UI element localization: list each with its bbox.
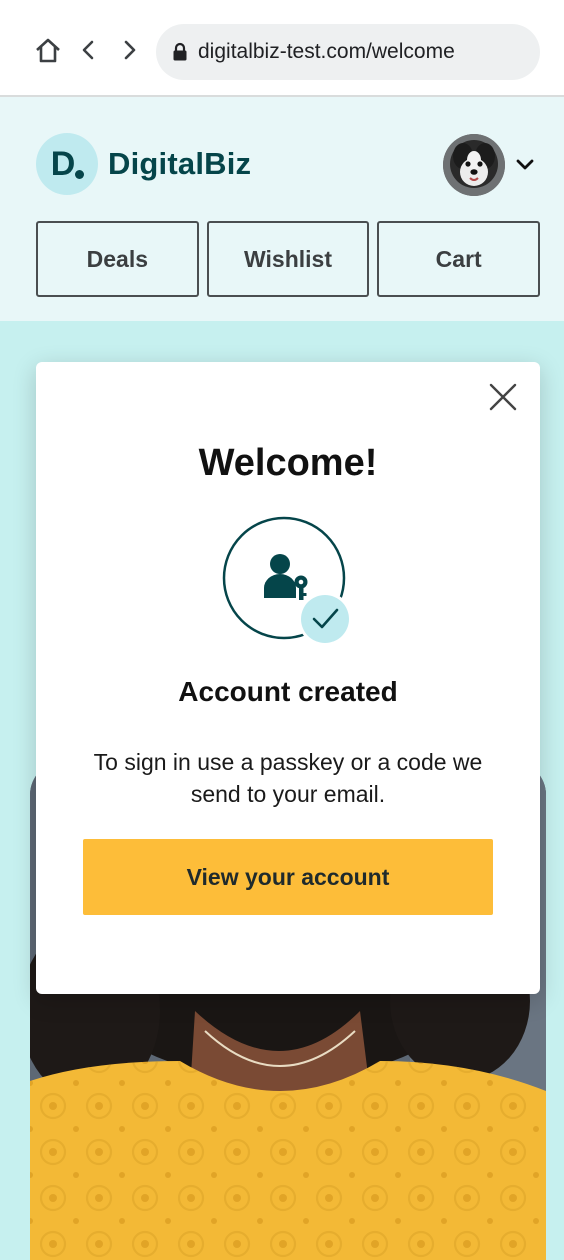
- brand-logo[interactable]: D DigitalBiz: [36, 133, 251, 195]
- chevron-left-icon[interactable]: [68, 30, 108, 70]
- status-message: To sign in use a passkey or a code we se…: [93, 749, 483, 807]
- logo-letter: D: [50, 144, 76, 183]
- home-icon[interactable]: [28, 30, 68, 70]
- site-header: D DigitalBiz Deals Wishlist Cart: [0, 97, 564, 321]
- user-passkey-icon: [222, 516, 354, 648]
- dialog-title: Welcome!: [198, 442, 378, 484]
- close-icon[interactable]: [486, 380, 520, 414]
- address-bar[interactable]: digitalbiz-test.com/welcome: [156, 24, 540, 80]
- nav-deals-button[interactable]: Deals: [36, 221, 199, 297]
- browser-toolbar: digitalbiz-test.com/welcome: [0, 0, 564, 97]
- account-menu[interactable]: [443, 134, 535, 196]
- status-heading: Account created: [178, 676, 398, 707]
- brand-name: DigitalBiz: [108, 146, 252, 181]
- view-account-button[interactable]: View your account: [83, 839, 493, 915]
- main-nav: Deals Wishlist Cart: [36, 221, 541, 297]
- chevron-right-icon[interactable]: [110, 30, 150, 70]
- welcome-dialog: Welcome! Account created To sign in use …: [36, 362, 540, 994]
- logo-mark: D: [36, 133, 98, 195]
- chevron-down-icon[interactable]: [515, 158, 535, 172]
- nav-cart-button[interactable]: Cart: [377, 221, 541, 297]
- nav-wishlist-button[interactable]: Wishlist: [206, 221, 370, 297]
- url-text: digitalbiz-test.com/welcome: [198, 40, 455, 63]
- avatar[interactable]: [443, 134, 505, 196]
- lock-icon: [172, 42, 188, 62]
